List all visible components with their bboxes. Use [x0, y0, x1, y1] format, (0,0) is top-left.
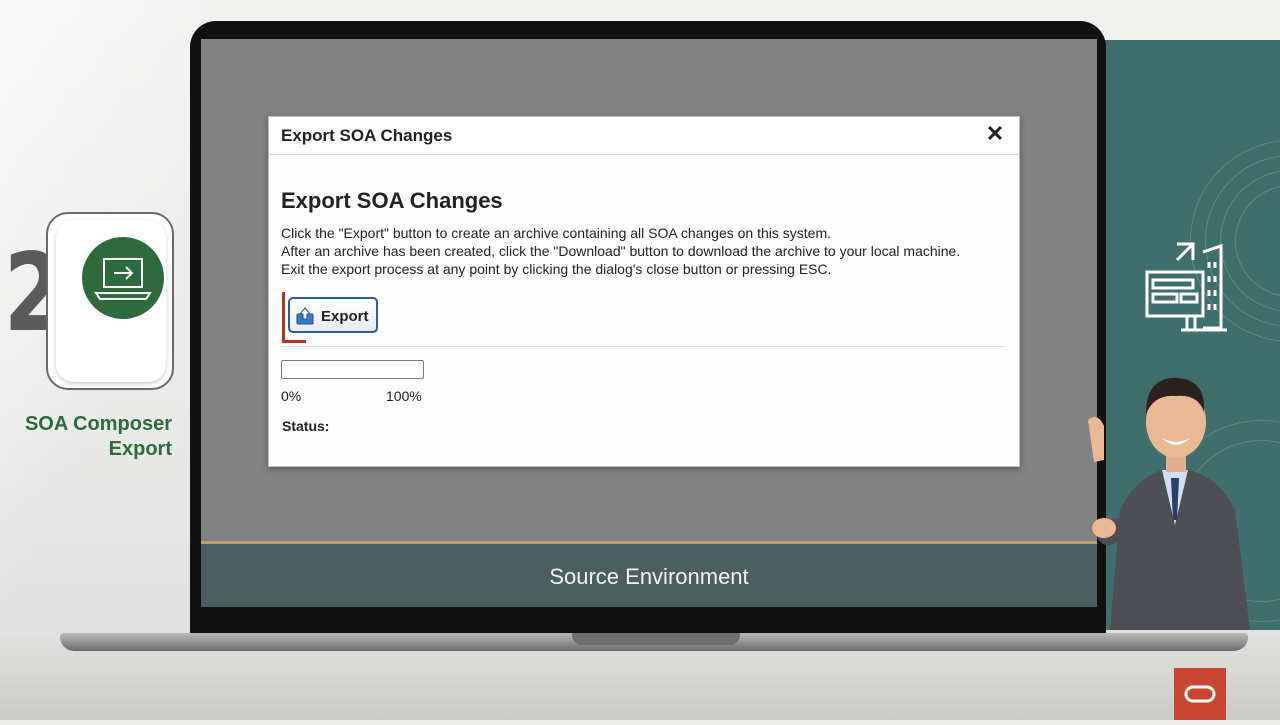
export-button[interactable]: Export: [288, 297, 378, 333]
oracle-logo-icon: [1174, 668, 1226, 720]
close-icon[interactable]: ✕: [984, 123, 1006, 145]
step-card: [46, 212, 174, 390]
dialog-header-title: Export SOA Changes: [281, 126, 453, 145]
dialog-header: Export SOA Changes ✕: [269, 117, 1019, 155]
dialog-heading: Export SOA Changes: [281, 188, 503, 213]
status-label: Status:: [282, 418, 330, 434]
divider: [281, 346, 1005, 347]
instruction-line: Click the "Export" button to create an a…: [281, 225, 832, 241]
upload-icon: [296, 307, 314, 325]
export-progress-bar: [281, 360, 424, 379]
instruction-line: After an archive has been created, click…: [281, 243, 961, 259]
export-button-label: Export: [321, 308, 369, 325]
screen-caption-bar: Source Environment: [201, 541, 1097, 607]
progress-max-label: 100%: [386, 388, 422, 404]
presenter-image: [1088, 377, 1250, 630]
progress-min-label: 0%: [281, 388, 302, 404]
screen-caption: Source Environment: [549, 564, 749, 589]
building-screen-icon: [1145, 242, 1227, 332]
focus-indicator: [282, 340, 306, 343]
export-soa-dialog: Export SOA Changes ✕ Export SOA Changes …: [268, 116, 1020, 467]
instruction-line: Exit the export process at any point by …: [281, 261, 832, 277]
focus-indicator: [282, 292, 285, 342]
laptop-screen: Export SOA Changes ✕ Export SOA Changes …: [201, 39, 1097, 607]
step-title: SOA Composer Export: [24, 413, 172, 460]
laptop-export-icon: [82, 237, 164, 319]
laptop-notch: [572, 633, 740, 645]
